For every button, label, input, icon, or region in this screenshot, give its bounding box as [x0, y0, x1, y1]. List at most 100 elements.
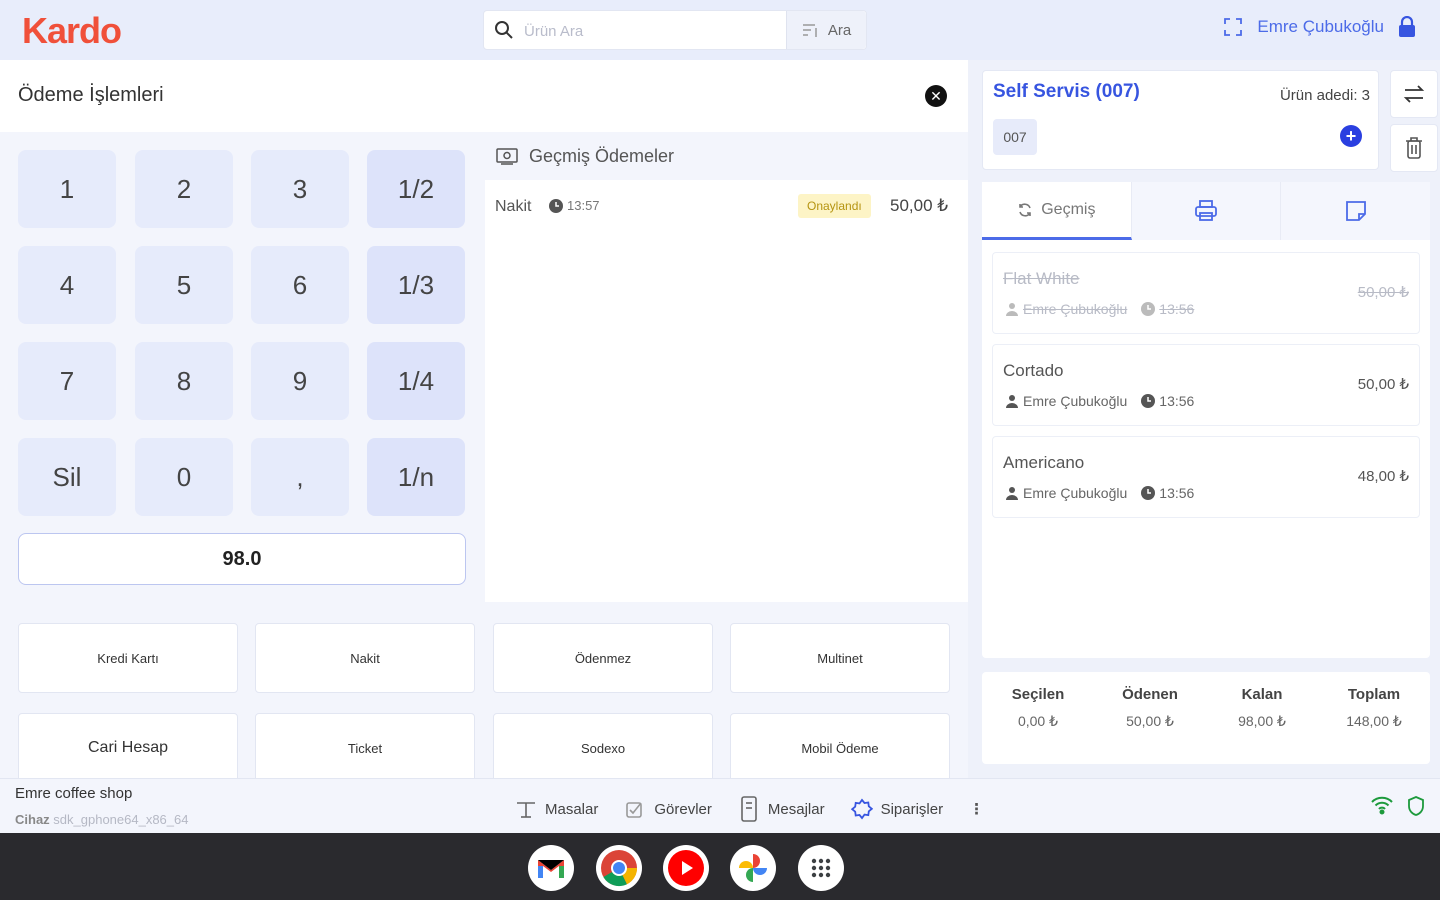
gmail-icon[interactable] [528, 845, 574, 891]
order-title: Self Servis (007) [993, 81, 1140, 102]
youtube-icon[interactable] [663, 845, 709, 891]
item-price: 50,00 ₺ [1357, 376, 1409, 393]
orders-icon [850, 798, 873, 820]
method-mobile[interactable]: Mobil Ödeme [730, 713, 950, 783]
tab-history[interactable]: Geçmiş [982, 182, 1132, 240]
connection-status [1370, 795, 1426, 817]
device-label: Cihaz [15, 812, 50, 827]
history-time: 13:57 [549, 198, 600, 213]
shield-icon [1408, 796, 1424, 816]
tab-notes[interactable] [1281, 182, 1430, 240]
key-split-n[interactable]: 1/n [367, 438, 465, 516]
total-paid: Ödenen 50,00 ₺ [1094, 672, 1206, 764]
method-cash[interactable]: Nakit [255, 623, 475, 693]
key-6[interactable]: 6 [251, 246, 349, 324]
method-sodexo[interactable]: Sodexo [493, 713, 713, 783]
history-time-value: 13:57 [567, 198, 600, 213]
nav-tasks-label: Görevler [654, 800, 712, 818]
item-name: Flat White [1003, 269, 1080, 288]
key-half[interactable]: 1/2 [367, 150, 465, 228]
order-tabs-card: Geçmiş Flat White Emre Çubukoğlu 13:56 5… [982, 182, 1430, 658]
nav-messages[interactable]: Mesajlar [738, 795, 825, 823]
printer-icon [1195, 200, 1217, 221]
photos-icon[interactable] [730, 845, 776, 891]
refresh-icon [1019, 202, 1032, 217]
total-label: Ödenen [1122, 686, 1178, 703]
status-bar: Emre coffee shop Cihaz sdk_gphone64_x86_… [0, 778, 1440, 833]
method-ticket[interactable]: Ticket [255, 713, 475, 783]
key-0[interactable]: 0 [135, 438, 233, 516]
key-3[interactable]: 3 [251, 150, 349, 228]
item-name: Cortado [1003, 361, 1064, 380]
tab-print[interactable] [1132, 182, 1282, 240]
brand-logo[interactable]: Kardo [22, 10, 122, 52]
total-value: 148,00 ₺ [1346, 713, 1402, 729]
chrome-icon[interactable] [596, 845, 642, 891]
method-account[interactable]: Cari Hesap [18, 713, 238, 783]
more-menu[interactable]: ⋮ [969, 800, 984, 818]
search-box: Ara [483, 10, 867, 50]
nav-tables[interactable]: Masalar [515, 799, 598, 819]
key-7[interactable]: 7 [18, 342, 116, 420]
order-item[interactable]: Cortado Emre Çubukoğlu 13:56 50,00 ₺ [992, 344, 1420, 426]
key-4[interactable]: 4 [18, 246, 116, 324]
order-item[interactable]: Flat White Emre Çubukoğlu 13:56 50,00 ₺ [992, 252, 1420, 334]
item-time: 13:56 [1159, 393, 1195, 409]
close-icon: ✕ [930, 87, 942, 104]
key-1[interactable]: 1 [18, 150, 116, 228]
fullscreen-icon[interactable] [1223, 17, 1243, 37]
method-credit-card[interactable]: Kredi Kartı [18, 623, 238, 693]
history-title: Geçmiş Ödemeler [529, 145, 675, 166]
item-name: Americano [1003, 453, 1085, 472]
user-name[interactable]: Emre Çubukoğlu [1257, 17, 1384, 37]
order-panel: Self Servis (007) Ürün adedi: 3 007 + Ge… [972, 60, 1440, 778]
bottom-nav: Masalar Görevler Mesajlar Siparişler ⋮ [515, 795, 984, 823]
item-price: 50,00 ₺ [1357, 284, 1409, 301]
order-tag[interactable]: 007 [993, 119, 1037, 155]
lock-icon[interactable] [1398, 16, 1416, 38]
apps-icon[interactable] [798, 845, 844, 891]
user-icon [1006, 487, 1018, 500]
order-item[interactable]: Americano Emre Çubukoğlu 13:56 48,00 ₺ [992, 436, 1420, 518]
os-dock [0, 833, 1440, 900]
total-label: Toplam [1347, 686, 1401, 703]
total-remaining: Kalan 98,00 ₺ [1206, 672, 1318, 764]
nav-tasks[interactable]: Görevler [624, 799, 712, 819]
key-9[interactable]: 9 [251, 342, 349, 420]
nav-messages-label: Mesajlar [767, 800, 825, 818]
key-2[interactable]: 2 [135, 150, 233, 228]
key-third[interactable]: 1/3 [367, 246, 465, 324]
history-row[interactable]: Nakit 13:57 Onaylandı 50,00 ₺ [485, 192, 968, 222]
key-8[interactable]: 8 [135, 342, 233, 420]
method-unpaid[interactable]: Ödenmez [493, 623, 713, 693]
nav-orders[interactable]: Siparişler [850, 798, 943, 820]
delete-button[interactable] [1390, 124, 1438, 172]
key-5[interactable]: 5 [135, 246, 233, 324]
item-time: 13:56 [1159, 485, 1195, 501]
item-user: Emre Çubukoğlu [1023, 393, 1128, 409]
add-button[interactable]: + [1340, 125, 1362, 147]
order-totals: Seçilen 0,00 ₺ Ödenen 50,00 ₺ Kalan 98,0… [982, 672, 1430, 764]
close-button[interactable]: ✕ [925, 85, 947, 107]
user-icon [1006, 395, 1018, 408]
transfer-button[interactable] [1390, 70, 1438, 118]
item-time: 13:56 [1159, 301, 1195, 317]
order-tabs: Geçmiş [982, 182, 1430, 240]
search-button[interactable]: Ara [786, 11, 866, 49]
receipt-history-icon [496, 148, 518, 165]
key-comma[interactable]: , [251, 438, 349, 516]
top-bar: Kardo Ara Emre Çubukoğlu [0, 0, 1440, 60]
method-multinet[interactable]: Multinet [730, 623, 950, 693]
plus-icon: + [1345, 126, 1357, 146]
item-price: 48,00 ₺ [1357, 468, 1409, 485]
total-grand: Toplam 148,00 ₺ [1318, 672, 1430, 764]
amount-input[interactable]: 98.0 [18, 533, 466, 585]
order-item-count: Ürün adedi: 3 [1279, 87, 1370, 104]
tab-history-label: Geçmiş [1041, 200, 1096, 218]
item-meta: Emre Çubukoğlu 13:56 [1005, 393, 1194, 409]
search-input[interactable] [524, 19, 764, 43]
key-delete[interactable]: Sil [18, 438, 116, 516]
key-quarter[interactable]: 1/4 [367, 342, 465, 420]
status-badge: Onaylandı [798, 194, 871, 218]
history-header: Geçmiş Ödemeler [485, 132, 968, 180]
